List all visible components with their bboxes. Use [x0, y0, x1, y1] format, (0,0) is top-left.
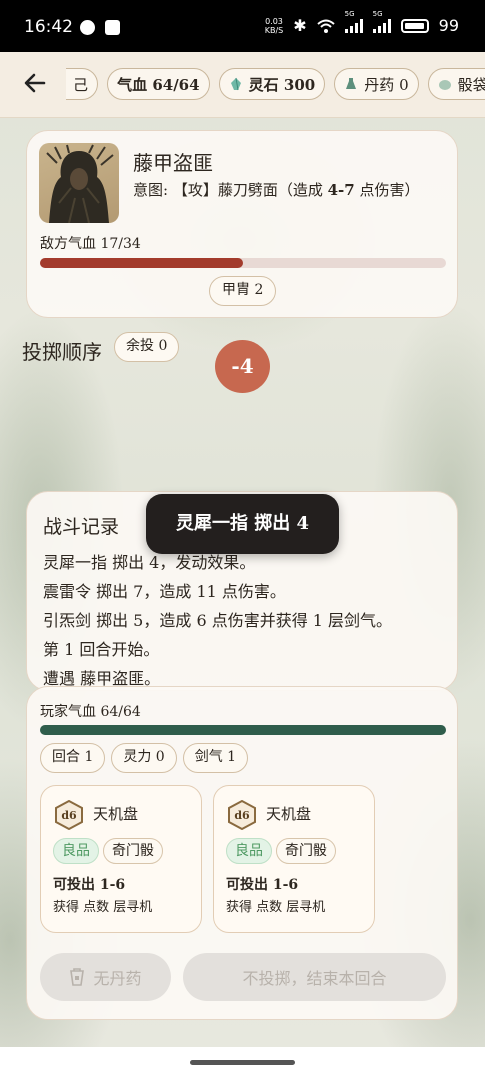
damage-badge: -4	[215, 340, 270, 393]
network-speed: 0.03 KB/S	[264, 16, 284, 35]
dice-name: 天机盘	[266, 805, 312, 823]
quality-tag: 良品	[53, 838, 99, 864]
sword-qi-badge: 剑气 1	[182, 743, 249, 773]
enemy-hp-bar	[40, 258, 446, 268]
dice-tags: 良品 奇门骰	[226, 838, 336, 864]
enemy-name: 藤甲盗匪	[133, 151, 213, 175]
signal-2: 5G	[372, 10, 391, 33]
player-hp-bar	[40, 725, 446, 735]
dice-type-tag: 奇门骰	[103, 838, 163, 864]
elixir-chip[interactable]: 丹药 0	[334, 68, 419, 100]
dice-card[interactable]: d6 天机盘 良品 奇门骰 可投出 1-6 获得 点数 层寻机	[40, 785, 202, 933]
battery-icon	[400, 18, 429, 33]
d6-hex-icon: d6	[228, 800, 256, 830]
dice-name: 天机盘	[93, 805, 139, 823]
spirit-power-badge: 灵力 0	[111, 743, 177, 773]
wifi-icon	[316, 19, 335, 33]
potion-icon	[70, 968, 85, 986]
remaining-rolls-badge: 余投 0	[114, 332, 180, 362]
enemy-hp-fill	[40, 258, 243, 268]
arrow-left-icon[interactable]	[22, 70, 52, 100]
battery-level: 99	[438, 16, 459, 35]
clock: 16:42	[24, 17, 73, 37]
armor-badge: 甲胄 2	[209, 276, 277, 306]
log-entry: 引炁剑 掷出 5，造成 6 点伤害并获得 1 层剑气。	[43, 611, 393, 630]
player-panel: 玩家气血 64/64 回合 1 灵力 0 剑气 1 d6 天机盘 良品 奇门骰 …	[26, 686, 458, 1020]
notification-icon	[80, 20, 95, 35]
roll-effect: 获得 点数 层寻机	[226, 900, 326, 915]
resource-chips[interactable]: 己 气血 64/64 灵石 300 丹药 0 骰袋 15	[66, 68, 485, 102]
dice-bag-icon	[438, 80, 451, 90]
dice-type-tag: 奇门骰	[276, 838, 336, 864]
status-icons: 0.03 KB/S ✱ 5G 5G 99	[264, 10, 459, 36]
top-bar: 己 气血 64/64 灵石 300 丹药 0 骰袋 15	[0, 52, 485, 118]
spirit-stone-icon	[230, 77, 241, 91]
signal-icon	[372, 18, 391, 33]
signal-1: 5G	[344, 10, 363, 33]
roll-effect: 获得 点数 层寻机	[53, 900, 153, 915]
svg-text:d6: d6	[234, 809, 250, 822]
battle-log-list: 灵犀一指 掷出 4，发动效果。 震雷令 掷出 7，造成 11 点伤害。 引炁剑 …	[43, 548, 447, 690]
log-entry: 第 1 回合开始。	[43, 640, 160, 659]
enemy-hp-label: 敌方气血 17/34	[40, 236, 141, 252]
spirit-stone-chip[interactable]: 灵石 300	[218, 68, 326, 100]
player-hp-fill	[40, 725, 446, 735]
app-notification-icon	[105, 20, 120, 35]
elixir-icon	[346, 78, 357, 89]
status-bar: 16:42 0.03 KB/S ✱ 5G 5G 99	[0, 0, 485, 52]
use-potion-button[interactable]: 无丹药	[40, 953, 171, 1001]
quality-tag: 良品	[226, 838, 272, 864]
enemy-intent: 意图: 【攻】藤刀劈面（造成 4-7 点伤害）	[133, 181, 420, 199]
bluetooth-icon: ✱	[293, 16, 307, 35]
dice-bag-chip[interactable]: 骰袋 15	[427, 68, 485, 100]
round-badge: 回合 1	[40, 743, 106, 773]
dice-tags: 良品 奇门骰	[53, 838, 163, 864]
enemy-card: 藤甲盗匪 意图: 【攻】藤刀劈面（造成 4-7 点伤害） 敌方气血 17/34 …	[26, 130, 458, 318]
home-indicator[interactable]	[190, 1060, 295, 1065]
signal-icon	[344, 18, 363, 33]
roll-toast: 灵犀一指 掷出 4	[146, 494, 339, 554]
end-turn-button[interactable]: 不投掷，结束本回合	[183, 953, 446, 1001]
svg-text:d6: d6	[61, 809, 77, 822]
log-entry: 震雷令 掷出 7，造成 11 点伤害。	[43, 582, 286, 601]
enemy-portrait	[39, 143, 119, 223]
navigation-bar	[0, 1047, 485, 1080]
hp-chip[interactable]: 气血 64/64	[107, 68, 210, 100]
player-hp-label: 玩家气血 64/64	[40, 704, 141, 720]
battle-log-title: 战斗记录	[43, 516, 120, 538]
player-stats: 回合 1 灵力 0 剑气 1	[40, 743, 249, 773]
roll-order-title: 投掷顺序	[22, 340, 102, 364]
bandit-portrait-icon	[46, 144, 114, 223]
roll-range: 可投出 1-6	[226, 877, 299, 893]
d6-hex-icon: d6	[55, 800, 83, 830]
dice-card[interactable]: d6 天机盘 良品 奇门骰 可投出 1-6 获得 点数 层寻机	[213, 785, 375, 933]
roll-range: 可投出 1-6	[53, 877, 126, 893]
partial-chip[interactable]: 己	[66, 68, 99, 100]
